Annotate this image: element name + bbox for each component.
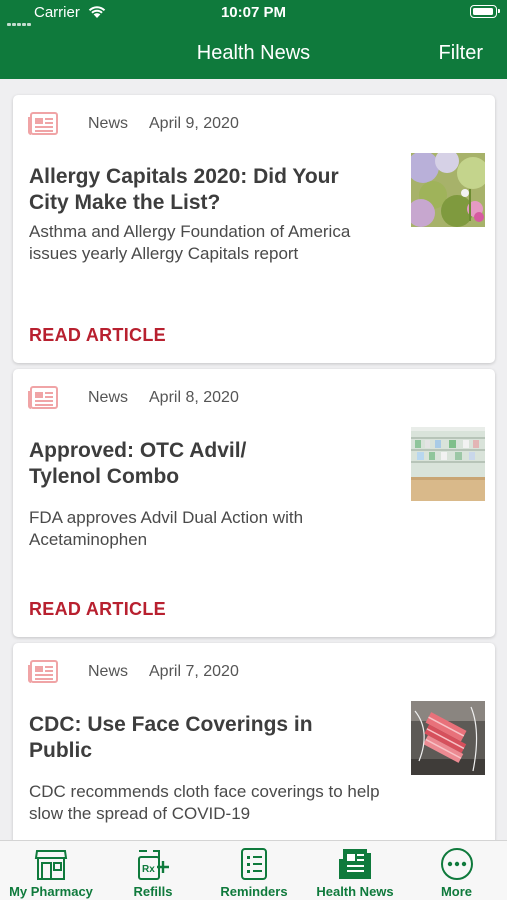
article-date: April 9, 2020 xyxy=(149,115,239,132)
news-card[interactable]: News April 8, 2020 Approved: OTC Advil/ … xyxy=(13,369,495,637)
article-date: April 7, 2020 xyxy=(149,663,239,680)
more-dots-icon xyxy=(440,848,473,880)
article-title[interactable]: Allergy Capitals 2020: Did Your City Mak… xyxy=(29,164,379,216)
battery-icon xyxy=(470,5,500,18)
status-time: 10:07 PM xyxy=(220,4,287,21)
article-summary: Asthma and Allergy Foundation of America… xyxy=(29,222,351,263)
article-summary: FDA approves Advil Dual Action with Acet… xyxy=(29,508,304,549)
read-article-button[interactable]: READ ARTICLE xyxy=(29,325,166,346)
read-article-button[interactable]: READ ARTICLE xyxy=(29,599,166,620)
newspaper-icon xyxy=(28,386,58,409)
article-title[interactable]: CDC: Use Face Coverings in Public xyxy=(29,712,329,764)
news-feed[interactable]: News April 9, 2020 Allergy Capitals 2020… xyxy=(0,79,507,840)
tab-label: Reminders xyxy=(220,884,288,899)
tab-health-news[interactable]: Health News xyxy=(304,841,406,900)
article-category: News xyxy=(88,389,129,406)
article-category: News xyxy=(88,663,129,680)
article-date: April 8, 2020 xyxy=(149,389,239,406)
tab-refills[interactable]: Rx Refills xyxy=(102,841,204,900)
newspaper-icon xyxy=(339,849,371,879)
newspaper-icon xyxy=(28,112,58,135)
status-bar: Carrier 10:07 PM xyxy=(0,0,507,26)
rx-plus-icon: Rx xyxy=(138,850,169,880)
tab-label: Health News xyxy=(316,884,394,899)
article-thumbnail[interactable] xyxy=(411,427,485,501)
article-category: News xyxy=(88,115,129,132)
tab-reminders[interactable]: Reminders xyxy=(204,841,304,900)
storefront-icon xyxy=(34,850,68,880)
checklist-icon xyxy=(241,848,267,880)
news-card[interactable]: News April 7, 2020 CDC: Use Face Coverin… xyxy=(13,643,495,840)
filter-button[interactable]: Filter xyxy=(439,42,483,65)
page-title: Health News xyxy=(196,42,311,64)
tab-label: My Pharmacy xyxy=(9,884,93,899)
tab-label: Refills xyxy=(133,884,173,899)
tab-bar: My Pharmacy Rx Refills Reminders Health … xyxy=(0,840,507,900)
tab-more[interactable]: More xyxy=(406,841,507,900)
svg-text:Rx: Rx xyxy=(142,864,155,875)
tab-my-pharmacy[interactable]: My Pharmacy xyxy=(0,841,102,900)
article-title[interactable]: Approved: OTC Advil/ Tylenol Combo xyxy=(29,438,289,490)
news-card[interactable]: News April 9, 2020 Allergy Capitals 2020… xyxy=(13,95,495,363)
app-header: Carrier 10:07 PM Health News Filter xyxy=(0,0,507,79)
article-summary: CDC recommends cloth face coverings to h… xyxy=(29,782,380,823)
article-thumbnail[interactable] xyxy=(411,701,485,775)
newspaper-icon xyxy=(28,660,58,683)
tab-label: More xyxy=(440,884,473,899)
article-thumbnail[interactable] xyxy=(411,153,485,227)
